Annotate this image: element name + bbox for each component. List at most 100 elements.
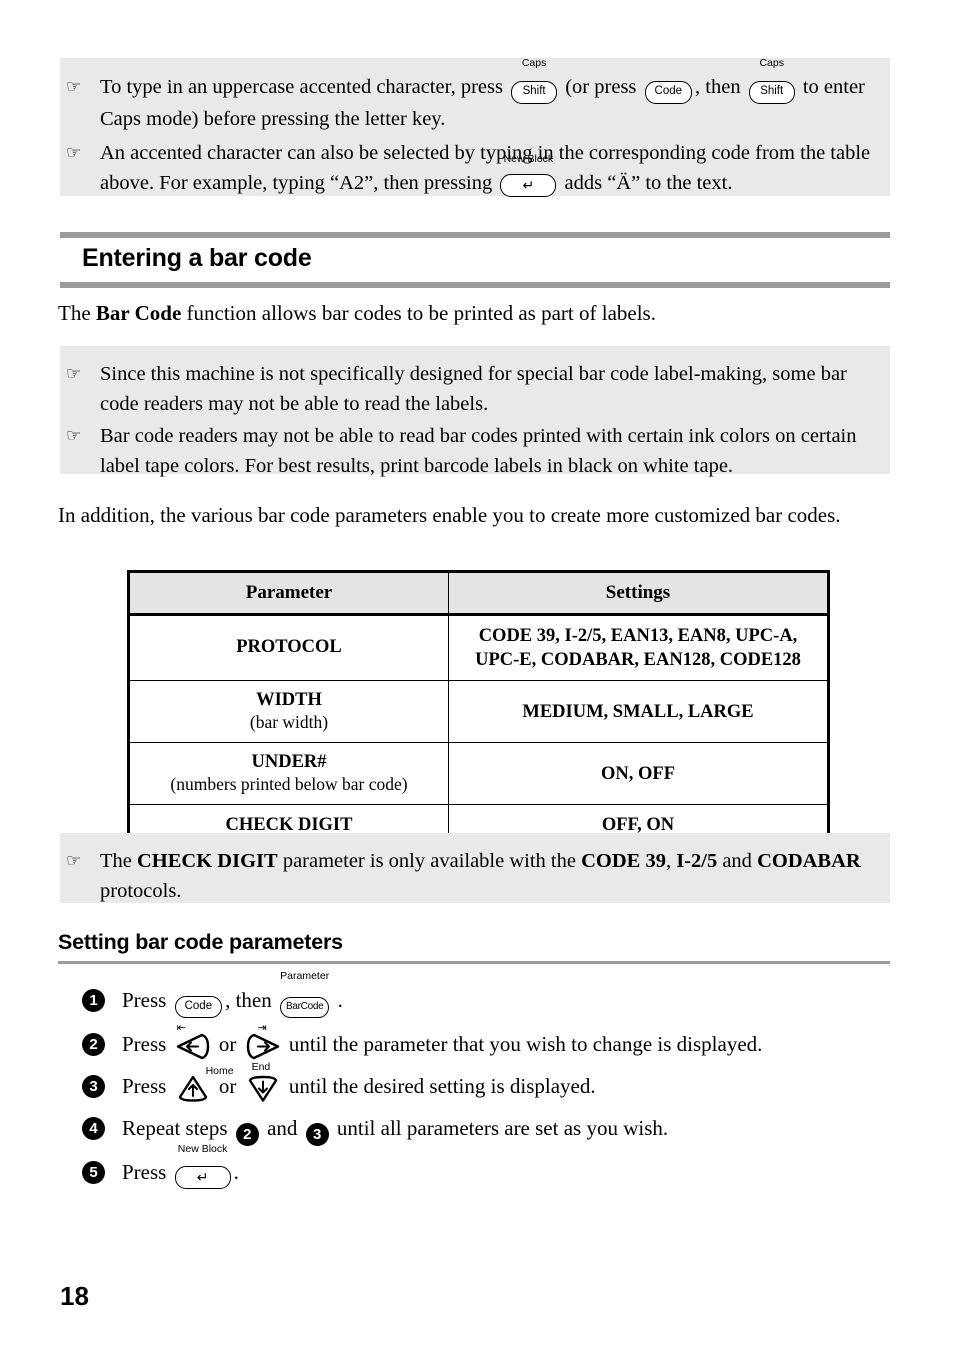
procedure-title: Setting bar code parameters bbox=[58, 930, 343, 954]
page-number: 18 bbox=[60, 1281, 89, 1311]
note-text-bold: CODABAR bbox=[757, 850, 861, 872]
note-item: ☞ Since this machine is not specifically… bbox=[60, 359, 872, 419]
intro-paragraph: The Bar Code function allows bar codes t… bbox=[58, 298, 898, 328]
warning-note-box: ☞ Since this machine is not specifically… bbox=[60, 346, 890, 477]
new-block-key-icon: New Block ↵ bbox=[174, 1143, 231, 1191]
procedure-heading: Setting bar code parameters bbox=[58, 930, 890, 964]
step-text-part: Press bbox=[122, 988, 172, 1012]
shift-key-icon: Caps Shift bbox=[748, 58, 795, 104]
step-text-part: until the parameter that you wish to cha… bbox=[283, 1032, 763, 1057]
step-text: Repeat steps 2 and 3 until all parameter… bbox=[122, 1112, 892, 1147]
step-number: 4 bbox=[82, 1112, 122, 1141]
step-reference-badge: 2 bbox=[235, 1123, 259, 1147]
step-text: Press Home or End until the desired sett… bbox=[122, 1062, 892, 1102]
note-text-part: To type in an uppercase accented charact… bbox=[100, 76, 509, 98]
left-arrow-key-icon: ⇤ bbox=[176, 1022, 210, 1060]
home-key-label: Home bbox=[205, 1065, 234, 1078]
table-row: WIDTH (bar width) MEDIUM, SMALL, LARGE bbox=[128, 680, 829, 744]
step-number: 2 bbox=[82, 1028, 122, 1057]
barcode-key-cap: BarCode bbox=[280, 997, 330, 1019]
step-number: 5 bbox=[82, 1156, 122, 1185]
table-header-settings: Settings bbox=[448, 571, 829, 616]
step-text-part: . bbox=[332, 988, 343, 1012]
shift-key-icon: Caps Shift bbox=[511, 58, 558, 104]
note-item-text: Bar code readers may not be able to read… bbox=[100, 425, 857, 477]
shift-key-cap: Shift bbox=[748, 81, 795, 104]
code-key-cap: Code bbox=[174, 995, 223, 1019]
step-number-badge: 4 bbox=[82, 1117, 105, 1141]
pointing-hand-icon: ☞ bbox=[66, 77, 82, 97]
note-text-bold: CODE 39 bbox=[581, 850, 666, 872]
intro-text-after: function allows bar codes to be printed … bbox=[181, 301, 656, 325]
step-text-part: Press bbox=[122, 1160, 172, 1185]
intro-text-bold: Bar Code bbox=[95, 301, 182, 325]
note-text-part: The bbox=[100, 850, 137, 872]
note-item-text: The CHECK DIGIT parameter is only availa… bbox=[100, 846, 872, 906]
table-header-parameter: Parameter bbox=[128, 571, 449, 616]
code-key-icon: Code bbox=[174, 986, 223, 1019]
note-text-bold: CHECK DIGIT bbox=[137, 850, 278, 872]
step-text-part: . bbox=[233, 1160, 239, 1185]
step-text-part: or bbox=[213, 1032, 242, 1057]
step-text-part: Press bbox=[122, 1074, 172, 1099]
step-text: Press New Block ↵. bbox=[122, 1143, 892, 1191]
code-key-cap: Code bbox=[644, 81, 693, 104]
down-arrow-end-key-icon: End bbox=[246, 1062, 280, 1102]
note-text-part: parameter is only available with the bbox=[277, 850, 582, 872]
procedure-steps: 1 Press Code, then Parameter BarCode . 2 … bbox=[82, 971, 892, 1201]
new-block-key-label: New Block bbox=[503, 152, 554, 165]
code-key-icon: Code bbox=[644, 73, 693, 104]
step-number: 3 bbox=[82, 1070, 122, 1099]
new-block-key-icon: New Block ↵ bbox=[500, 153, 557, 199]
note-text-bold: I-2/5 bbox=[676, 850, 718, 872]
addition-paragraph: In addition, the various bar code parame… bbox=[58, 503, 841, 527]
step-number: 1 bbox=[82, 984, 122, 1012]
tab-right-mark-icon: ⇥ bbox=[257, 1021, 267, 1035]
note-text-part: adds “Ä” to the text. bbox=[559, 171, 733, 194]
barcode-key-icon: Parameter BarCode bbox=[280, 971, 330, 1019]
right-arrow-key-icon: ⇥ bbox=[246, 1022, 280, 1060]
check-digit-note-box: ☞ The CHECK DIGIT parameter is only avai… bbox=[60, 833, 890, 903]
note-text-part: An accented character can also be select… bbox=[100, 141, 871, 194]
step-number-badge: 1 bbox=[82, 989, 105, 1012]
step-text-part: or bbox=[213, 1074, 242, 1099]
table-cell-settings: ON, OFF bbox=[448, 742, 829, 806]
note-text-part: and bbox=[717, 850, 758, 872]
parameter-name: WIDTH bbox=[256, 690, 322, 711]
table-cell-parameter: WIDTH (bar width) bbox=[128, 680, 449, 744]
table-row: UNDER# (numbers printed below bar code) … bbox=[128, 742, 829, 806]
page-title: Entering a bar code bbox=[82, 244, 312, 272]
shift-key-cap: Shift bbox=[511, 81, 558, 104]
bar-code-parameter-table: Parameter Settings PROTOCOL CODE 39, I-2… bbox=[127, 570, 830, 849]
note-item: ☞ An accented character can also be sele… bbox=[60, 138, 872, 199]
step-text-part: until all parameters are set as you wish… bbox=[331, 1116, 669, 1141]
new-block-key-cap: ↵ bbox=[500, 173, 557, 197]
table-header-row: Parameter Settings bbox=[128, 571, 829, 616]
note-item: ☞ To type in an uppercase accented chara… bbox=[60, 58, 872, 134]
table-cell-parameter: UNDER# (numbers printed below bar code) bbox=[128, 742, 449, 806]
new-block-key-cap: ↵ bbox=[174, 1165, 231, 1189]
procedure-rule bbox=[58, 960, 890, 964]
tab-left-mark-icon: ⇤ bbox=[176, 1021, 186, 1035]
up-arrow-home-key-icon: Home bbox=[176, 1066, 234, 1102]
procedure-step: 1 Press Code, then Parameter BarCode . bbox=[82, 971, 892, 1019]
step-number-badge: 3 bbox=[82, 1075, 105, 1099]
section-heading: Entering a bar code bbox=[60, 232, 890, 288]
step-number-badge: 2 bbox=[82, 1033, 105, 1057]
note-item: ☞ The CHECK DIGIT parameter is only avai… bbox=[60, 846, 872, 906]
parameter-description: (bar width) bbox=[249, 712, 329, 733]
shift-key-label: Caps bbox=[521, 57, 547, 70]
barcode-key-label: Parameter bbox=[280, 970, 330, 983]
manual-page: ☞ To type in an uppercase accented chara… bbox=[0, 0, 954, 1357]
table-cell-parameter: PROTOCOL bbox=[128, 613, 449, 682]
note-text-part: (or press bbox=[560, 76, 642, 98]
step-text-part: and bbox=[261, 1116, 303, 1141]
step-text-part: until the desired setting is displayed. bbox=[283, 1074, 596, 1099]
step-text: Press Code, then Parameter BarCode . bbox=[122, 971, 892, 1019]
table-row: PROTOCOL CODE 39, I-2/5, EAN13, EAN8, UP… bbox=[128, 613, 829, 682]
intro-text-before: The bbox=[58, 301, 96, 325]
note-item-text: Since this machine is not specifically d… bbox=[100, 363, 847, 415]
procedure-step: 5 Press New Block ↵. bbox=[82, 1143, 892, 1191]
parameter-description: (numbers printed below bar code) bbox=[170, 774, 408, 795]
parameter-name: PROTOCOL bbox=[236, 637, 342, 658]
